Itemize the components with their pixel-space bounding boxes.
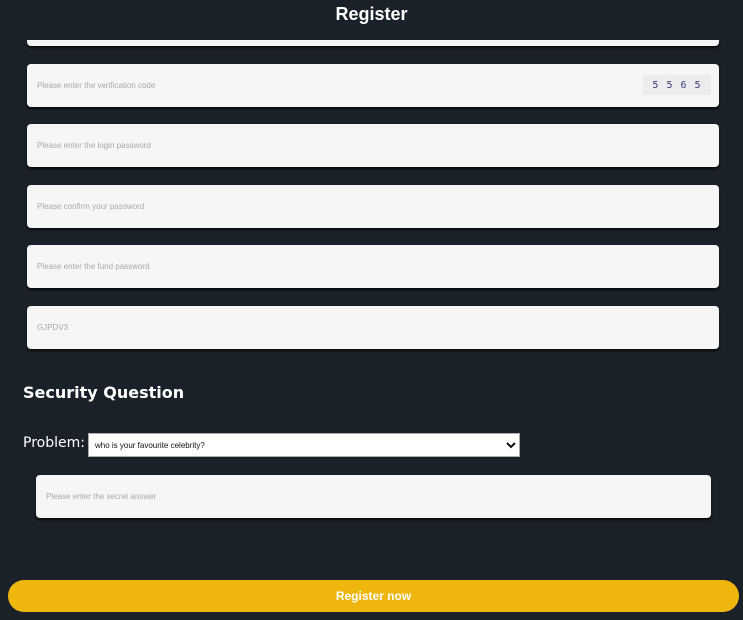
secret-answer-input[interactable]: [36, 475, 711, 518]
security-question-select[interactable]: who is your favourite celebrity?: [88, 433, 520, 457]
page-title: Register: [335, 4, 408, 24]
security-question-heading: Security Question: [23, 383, 185, 402]
secret-answer-field[interactable]: [36, 475, 711, 518]
invite-code-field[interactable]: [27, 306, 719, 349]
login-password-input[interactable]: [27, 124, 719, 167]
register-now-button[interactable]: Register now: [8, 580, 739, 612]
captcha-image[interactable]: 5 5 6 5: [643, 75, 711, 95]
captcha-text: 5 5 6 5: [652, 79, 702, 91]
verification-code-field[interactable]: 5 5 6 5: [27, 64, 719, 107]
invite-code-input[interactable]: [27, 306, 719, 349]
verification-code-input[interactable]: [27, 64, 719, 107]
login-password-field[interactable]: [27, 124, 719, 167]
register-page: Register 5 5 6 5 Security Question Probl…: [0, 0, 743, 620]
previous-field-edge: [27, 40, 719, 46]
fund-password-field[interactable]: [27, 245, 719, 288]
fund-password-input[interactable]: [27, 245, 719, 288]
confirm-password-field[interactable]: [27, 185, 719, 228]
confirm-password-input[interactable]: [27, 185, 719, 228]
problem-label: Problem:: [23, 435, 85, 451]
